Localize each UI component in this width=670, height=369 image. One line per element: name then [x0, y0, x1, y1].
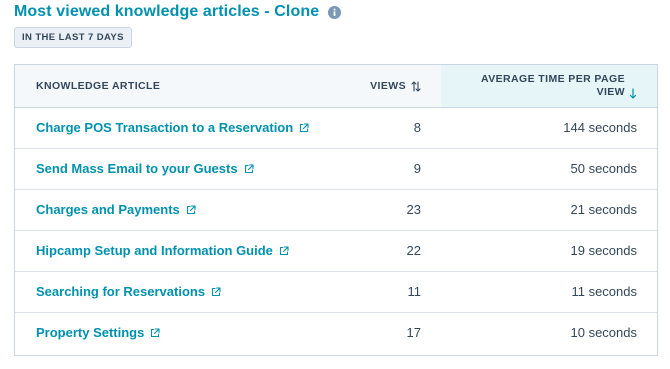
views-cell: 11 — [407, 284, 422, 299]
avg-time-cell: 50 seconds — [570, 161, 638, 176]
views-cell: 8 — [413, 120, 421, 135]
views-cell: 23 — [406, 202, 421, 217]
external-link-icon[interactable] — [150, 327, 160, 338]
column-header-views-label: VIEWS — [370, 80, 406, 92]
external-link-icon[interactable] — [279, 245, 289, 256]
article-cell: Send Mass Email to your Guests — [36, 148, 254, 189]
article-cell: Charges and Payments — [36, 189, 196, 230]
column-header-views[interactable]: VIEWS — [341, 65, 421, 107]
article-cell: Property Settings — [36, 312, 160, 353]
sort-icon[interactable] — [411, 80, 421, 92]
article-cell: Charge POS Transaction to a Reservation — [36, 107, 309, 148]
info-icon[interactable] — [328, 5, 342, 19]
article-link[interactable]: Property Settings — [36, 325, 144, 340]
views-cell: 22 — [406, 243, 421, 258]
date-range-badge: IN THE LAST 7 DAYS — [14, 27, 132, 48]
table-row: Hipcamp Setup and Information Guide 22 1… — [15, 230, 657, 272]
column-header-article: KNOWLEDGE ARTICLE — [36, 80, 161, 92]
avg-time-cell: 144 seconds — [563, 120, 637, 135]
table-row: Charge POS Transaction to a Reservation … — [15, 107, 657, 149]
external-link-icon[interactable] — [211, 286, 221, 297]
table-header: KNOWLEDGE ARTICLE VIEWS AVERAGE TIME PER… — [15, 65, 657, 108]
article-cell: Searching for Reservations — [36, 271, 221, 312]
articles-table: KNOWLEDGE ARTICLE VIEWS AVERAGE TIME PER… — [14, 64, 658, 356]
external-link-icon[interactable] — [186, 204, 196, 215]
avg-time-cell: 11 seconds — [571, 284, 637, 299]
article-link[interactable]: Hipcamp Setup and Information Guide — [36, 243, 273, 258]
report-title: Most viewed knowledge articles - Clone — [14, 3, 320, 20]
article-link[interactable]: Charges and Payments — [36, 202, 180, 217]
views-cell: 9 — [413, 161, 421, 176]
avg-time-cell: 19 seconds — [570, 243, 638, 258]
table-row: Send Mass Email to your Guests 9 50 seco… — [15, 148, 657, 190]
report-header: Most viewed knowledge articles - Clone — [14, 2, 342, 22]
table-row: Charges and Payments 23 21 seconds — [15, 189, 657, 231]
table-row: Property Settings 17 10 seconds — [15, 312, 657, 353]
arrow-down-icon[interactable] — [629, 88, 637, 99]
article-link[interactable]: Charge POS Transaction to a Reservation — [36, 120, 293, 135]
avg-time-cell: 21 seconds — [570, 202, 638, 217]
column-header-avg-time[interactable]: AVERAGE TIME PER PAGE VIEW — [441, 65, 657, 107]
external-link-icon[interactable] — [244, 163, 254, 174]
article-cell: Hipcamp Setup and Information Guide — [36, 230, 289, 271]
views-cell: 17 — [406, 325, 421, 340]
article-link[interactable]: Searching for Reservations — [36, 284, 205, 299]
table-row: Searching for Reservations 11 11 seconds — [15, 271, 657, 313]
article-link[interactable]: Send Mass Email to your Guests — [36, 161, 238, 176]
external-link-icon[interactable] — [299, 122, 309, 133]
report-card: Most viewed knowledge articles - Clone I… — [0, 0, 670, 369]
avg-time-cell: 10 seconds — [570, 325, 638, 340]
column-header-avg-time-label: AVERAGE TIME PER PAGE VIEW — [481, 72, 625, 98]
